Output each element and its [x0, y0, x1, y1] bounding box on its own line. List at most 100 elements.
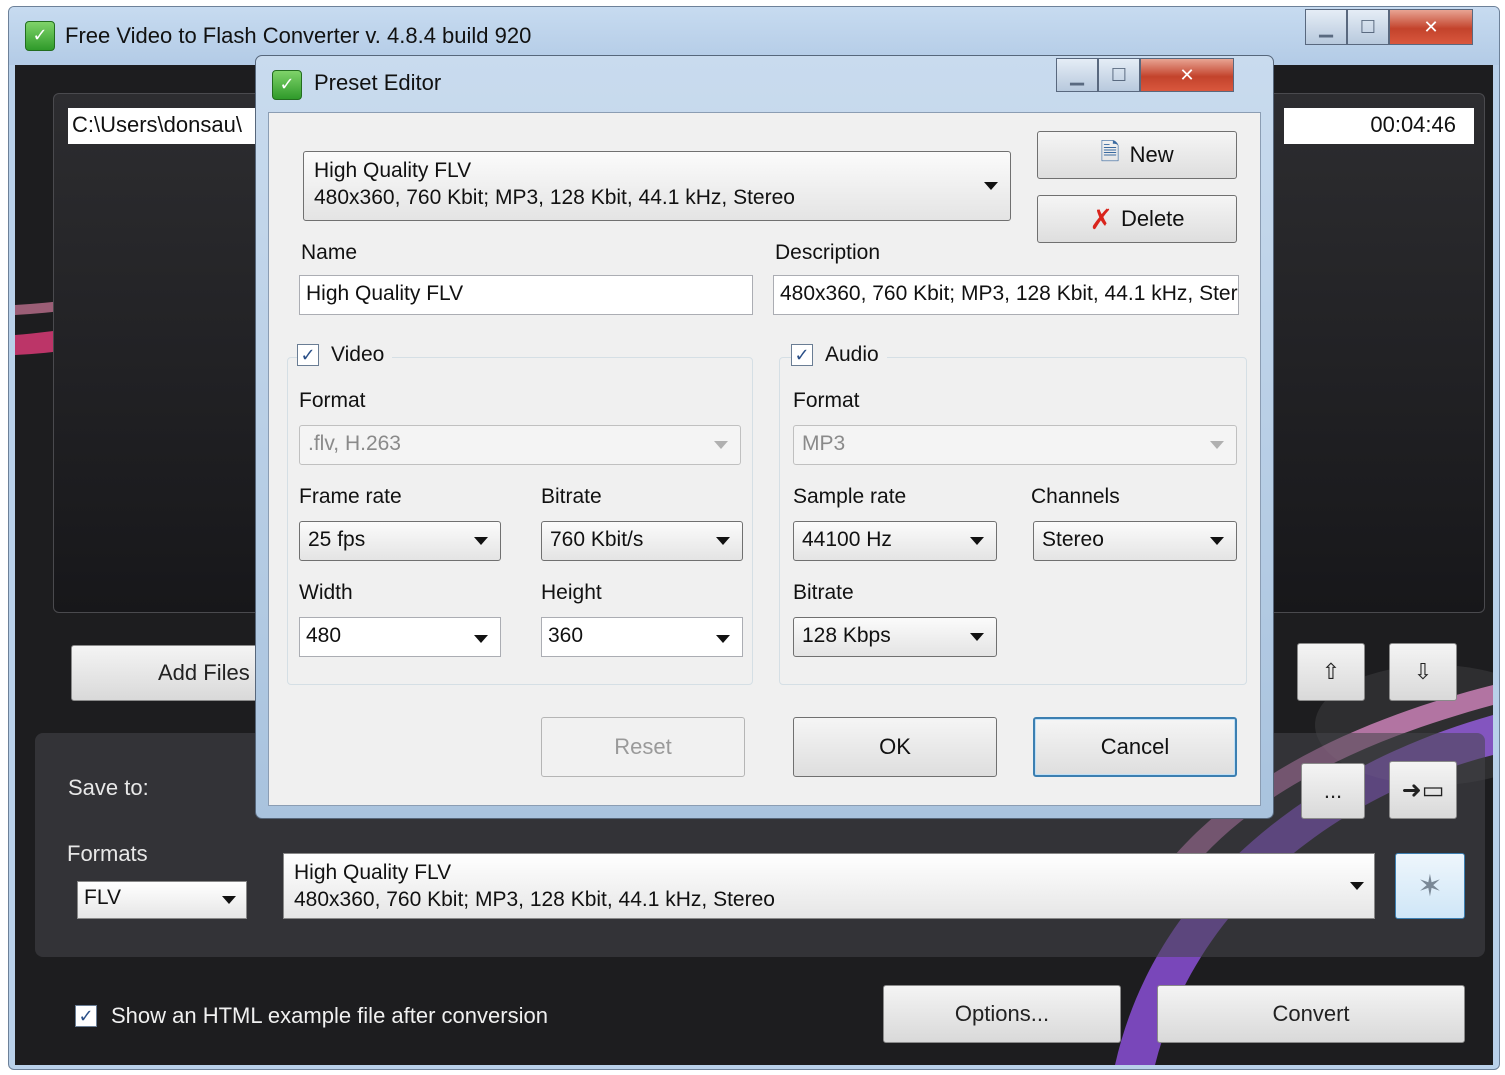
audio-format-label: Format — [793, 389, 860, 412]
video-bitrate-label: Bitrate — [541, 485, 602, 508]
app-logo-icon: ✓ — [25, 21, 55, 51]
file-duration: 00:04:46 — [1284, 108, 1474, 144]
options-button[interactable]: Options... — [883, 985, 1121, 1043]
cancel-label: Cancel — [1100, 734, 1170, 759]
frame-rate-label: Frame rate — [299, 485, 402, 508]
format-select-value: FLV — [84, 886, 121, 909]
audio-format-value: MP3 — [802, 432, 846, 455]
delete-preset-label: Delete — [1120, 206, 1185, 231]
video-checkbox[interactable]: ✓ — [297, 344, 319, 366]
maximize-button[interactable]: ☐ — [1347, 9, 1389, 45]
cancel-button[interactable]: Cancel — [1033, 717, 1237, 777]
close-icon: ✕ — [1179, 64, 1195, 86]
show-html-option[interactable]: ✓ Show an HTML example file after conver… — [75, 1003, 548, 1029]
preset-select[interactable]: High Quality FLV 480x360, 760 Kbit; MP3,… — [283, 853, 1375, 919]
chevron-down-icon — [1350, 882, 1364, 890]
audio-bitrate-select[interactable]: 128 Kbps — [793, 617, 997, 657]
preset-select-description: 480x360, 760 Kbit; MP3, 128 Kbit, 44.1 k… — [294, 888, 775, 911]
maximize-icon: ☐ — [1110, 64, 1128, 86]
chevron-down-icon — [1210, 441, 1224, 449]
channels-label: Channels — [1031, 485, 1120, 508]
dialog-title: Preset Editor — [314, 70, 442, 95]
video-bitrate-select[interactable]: 760 Kbit/s — [541, 521, 743, 561]
dialog-preset-select[interactable]: High Quality FLV 480x360, 760 Kbit; MP3,… — [303, 151, 1011, 221]
chevron-down-icon — [970, 633, 984, 641]
formats-label: Formats — [67, 841, 148, 866]
new-preset-button[interactable]: 🗎 New — [1037, 131, 1237, 179]
reset-button[interactable]: Reset — [541, 717, 745, 777]
channels-value: Stereo — [1042, 528, 1104, 551]
close-button[interactable]: ✕ — [1389, 9, 1473, 45]
frame-rate-select[interactable]: 25 fps — [299, 521, 501, 561]
width-label: Width — [299, 581, 353, 604]
preset-select-name: High Quality FLV — [294, 861, 452, 884]
options-label: Options... — [954, 1001, 1050, 1026]
ok-button[interactable]: OK — [793, 717, 997, 777]
move-up-button[interactable]: ⇧ — [1297, 643, 1365, 701]
height-label: Height — [541, 581, 602, 604]
ok-label: OK — [879, 734, 911, 759]
main-window-title: Free Video to Flash Converter v. 4.8.4 b… — [65, 23, 532, 48]
dialog-maximize-button[interactable]: ☐ — [1098, 58, 1140, 92]
minimize-icon: ▁ — [1070, 64, 1084, 86]
sample-rate-select[interactable]: 44100 Hz — [793, 521, 997, 561]
audio-bitrate-value: 128 Kbps — [802, 624, 891, 647]
move-down-button[interactable]: ⇩ — [1389, 643, 1457, 701]
video-label: Video — [331, 343, 385, 366]
sample-rate-label: Sample rate — [793, 485, 907, 508]
save-to-label: Save to: — [68, 775, 149, 800]
convert-button[interactable]: Convert — [1157, 985, 1465, 1043]
open-folder-icon: ➜▭ — [1401, 776, 1445, 804]
height-input[interactable]: 360 — [541, 617, 743, 657]
channels-select[interactable]: Stereo — [1033, 521, 1237, 561]
arrow-down-icon: ⇩ — [1413, 659, 1433, 684]
video-group-header[interactable]: ✓ Video — [297, 343, 393, 367]
audio-checkbox[interactable]: ✓ — [791, 344, 813, 366]
audio-format-select[interactable]: MP3 — [793, 425, 1237, 465]
open-folder-button[interactable]: ➜▭ — [1389, 761, 1457, 819]
main-caption-buttons: ▁ ☐ ✕ — [1305, 9, 1473, 45]
dialog-preset-description: 480x360, 760 Kbit; MP3, 128 Kbit, 44.1 k… — [314, 186, 795, 209]
chevron-down-icon — [222, 896, 236, 904]
show-html-label: Show an HTML example file after conversi… — [111, 1003, 548, 1028]
chevron-down-icon — [716, 537, 730, 545]
sample-rate-value: 44100 Hz — [802, 528, 892, 551]
chevron-down-icon — [474, 635, 488, 643]
browse-button[interactable]: ... — [1301, 763, 1365, 819]
minimize-icon: ▁ — [1319, 16, 1333, 38]
show-html-checkbox[interactable]: ✓ — [75, 1005, 97, 1027]
minimize-button[interactable]: ▁ — [1305, 9, 1347, 45]
close-icon: ✕ — [1423, 16, 1439, 38]
video-format-label: Format — [299, 389, 366, 412]
dialog-body: High Quality FLV 480x360, 760 Kbit; MP3,… — [268, 112, 1261, 806]
chevron-down-icon — [716, 635, 730, 643]
video-format-value: .flv, H.263 — [308, 432, 401, 455]
chevron-down-icon — [970, 537, 984, 545]
browse-label: ... — [1323, 778, 1343, 803]
maximize-icon: ☐ — [1359, 16, 1377, 38]
delete-x-icon: ✗ — [1089, 203, 1113, 235]
audio-group-header[interactable]: ✓ Audio — [791, 343, 887, 367]
delete-preset-button[interactable]: ✗ Delete — [1037, 195, 1237, 243]
chevron-down-icon — [984, 182, 998, 190]
height-value: 360 — [548, 624, 584, 647]
description-label: Description — [775, 241, 881, 264]
dialog-minimize-button[interactable]: ▁ — [1056, 58, 1098, 92]
name-label: Name — [301, 241, 358, 264]
frame-rate-value: 25 fps — [308, 528, 366, 551]
video-bitrate-value: 760 Kbit/s — [550, 528, 644, 551]
format-select[interactable]: FLV — [77, 881, 247, 919]
magic-wand-icon: ✶ — [1417, 869, 1443, 903]
document-icon: 🗎 — [1100, 138, 1120, 166]
reset-label: Reset — [614, 734, 672, 759]
width-input[interactable]: 480 — [299, 617, 501, 657]
dialog-close-button[interactable]: ✕ — [1140, 58, 1234, 92]
preset-editor-button[interactable]: ✶ — [1395, 853, 1465, 919]
video-format-select[interactable]: .flv, H.263 — [299, 425, 741, 465]
name-input[interactable]: High Quality FLV — [299, 275, 753, 315]
preset-editor-dialog: ✓ Preset Editor ▁ ☐ ✕ High Quality FLV 4… — [255, 55, 1274, 819]
chevron-down-icon — [474, 537, 488, 545]
dialog-caption-buttons: ▁ ☐ ✕ — [1056, 58, 1234, 92]
convert-label: Convert — [1272, 1001, 1350, 1026]
description-input[interactable]: 480x360, 760 Kbit; MP3, 128 Kbit, 44.1 k… — [773, 275, 1239, 315]
